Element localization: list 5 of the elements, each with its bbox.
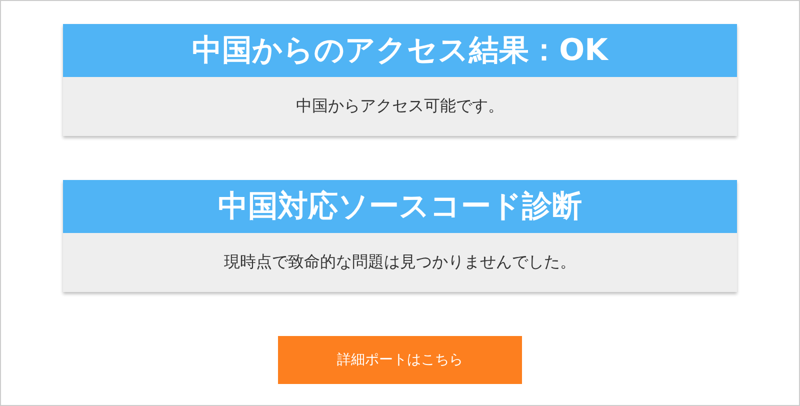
card-title: 中国対応ソースコード診断 xyxy=(63,180,737,233)
card-message: 中国からアクセス可能です。 xyxy=(63,77,737,136)
card-title: 中国からのアクセス結果：OK xyxy=(63,24,737,77)
report-button[interactable]: 詳細ポートはこちら xyxy=(278,336,522,384)
card-message: 現時点で致命的な問題は見つかりませんでした。 xyxy=(63,233,737,292)
